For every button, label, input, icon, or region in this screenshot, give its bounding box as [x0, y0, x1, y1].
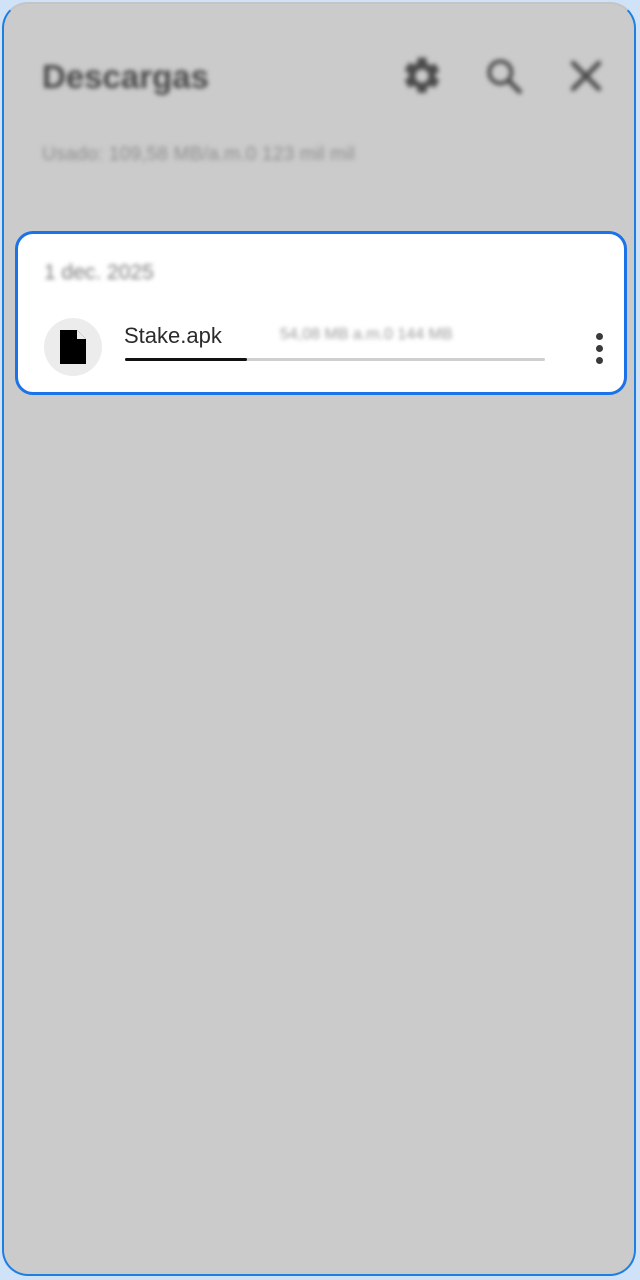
- more-options-button[interactable]: [584, 328, 614, 368]
- gear-icon: [404, 57, 440, 93]
- download-filename[interactable]: Stake.apk: [124, 323, 222, 349]
- search-button[interactable]: [482, 54, 526, 98]
- close-icon: [570, 60, 602, 92]
- more-vert-icon: [595, 332, 603, 340]
- file-icon: [44, 318, 102, 376]
- download-progress-bar: [125, 358, 545, 361]
- search-icon: [487, 59, 522, 94]
- page-title: Descargas: [42, 58, 209, 95]
- downloads-header: Descargas Usado: 109,58 MB/a.m.0 123 mil…: [4, 4, 634, 204]
- download-status: 54,08 MB a.m.0 144 MB: [280, 326, 453, 343]
- storage-info: Usado: 109,58 MB/a.m.0 123 mil mil: [42, 144, 356, 165]
- downloads-panel: Descargas Usado: 109,58 MB/a.m.0 123 mil…: [2, 2, 636, 1276]
- close-button[interactable]: [564, 54, 608, 98]
- settings-button[interactable]: [400, 54, 444, 98]
- document-icon: [60, 330, 86, 364]
- date-label: 1 dec. 2025: [44, 261, 154, 284]
- download-group-card: 1 dec. 2025 Stake.apk 54,08 MB a.m.0 144…: [15, 231, 627, 395]
- download-progress-fill: [125, 358, 247, 361]
